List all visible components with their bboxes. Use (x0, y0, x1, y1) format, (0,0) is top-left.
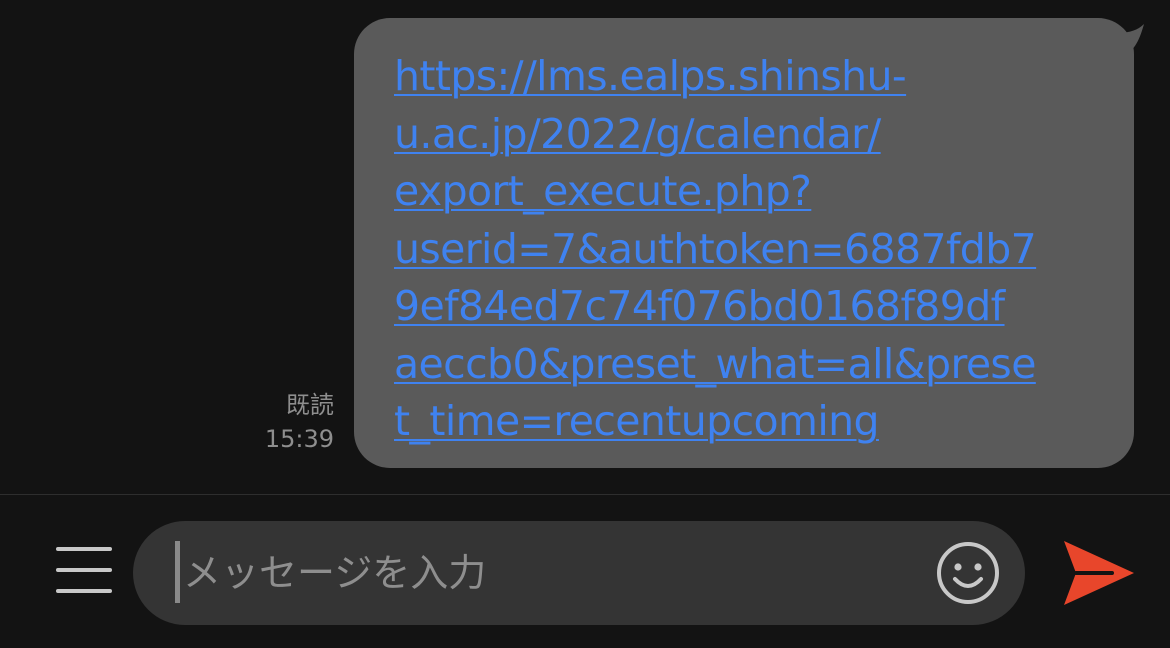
link-line[interactable]: t_time=recentupcoming (394, 397, 880, 445)
chat-area: https://lms.ealps.shinshu-u.ac.jp/2022/g… (0, 0, 1170, 495)
composer-bar: メッセージを入力 (0, 495, 1170, 648)
read-receipt: 既読 (286, 391, 334, 419)
send-arrow-icon[interactable] (1062, 539, 1136, 607)
link-line[interactable]: aeccb0&preset_what=all&prese (394, 340, 1036, 388)
message-link[interactable]: https://lms.ealps.shinshu-u.ac.jp/2022/g… (394, 48, 1094, 451)
message-meta: 既読 15:39 (265, 388, 334, 456)
smiley-icon[interactable] (936, 541, 1000, 605)
message-time: 15:39 (264, 425, 334, 453)
message-bubble[interactable]: https://lms.ealps.shinshu-u.ac.jp/2022/g… (354, 18, 1144, 468)
link-line[interactable]: userid=7&authtoken=6887fdb7 (394, 225, 1037, 273)
message-input[interactable]: メッセージを入力 (133, 521, 1025, 625)
menu-button[interactable] (56, 547, 112, 593)
link-line[interactable]: https://lms.ealps.shinshu- (394, 52, 907, 100)
link-line[interactable]: 9ef84ed7c74f076bd0168f89df (394, 282, 1005, 330)
link-line[interactable]: u.ac.jp/2022/g/calendar/ (394, 110, 881, 158)
message-input-placeholder: メッセージを入力 (183, 551, 487, 595)
link-line[interactable]: export_execute.php? (394, 167, 812, 215)
text-caret (175, 541, 180, 603)
